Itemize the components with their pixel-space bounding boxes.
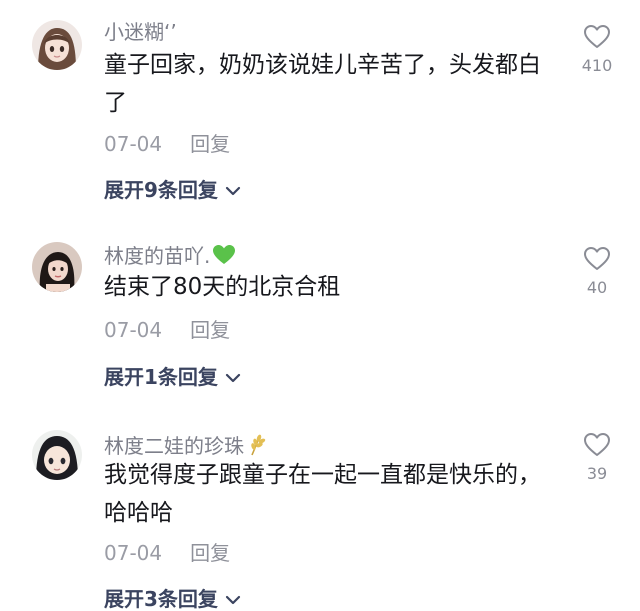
chevron-down-icon xyxy=(225,373,241,383)
heart-outline-icon xyxy=(584,433,610,456)
comment-username[interactable]: 林度二娃的珍珠 xyxy=(104,432,268,458)
comment-date: 07-04 xyxy=(104,318,163,342)
avatar-image xyxy=(32,242,82,292)
reply-button[interactable]: 回复 xyxy=(190,318,230,342)
like-button[interactable]: 410 xyxy=(578,24,616,75)
chevron-down-icon xyxy=(225,186,241,196)
comment-text: 我觉得度子跟童子在一起一直都是快乐的，哈哈哈 xyxy=(104,462,541,526)
expand-replies-label: 展开9条回复 xyxy=(104,178,218,202)
avatar[interactable] xyxy=(32,20,82,70)
like-count: 410 xyxy=(581,56,613,75)
avatar-image xyxy=(32,20,82,70)
username-text: 林度的苗吖. xyxy=(104,244,211,268)
like-button[interactable]: 40 xyxy=(578,246,616,297)
comment-meta: 07-04 回复 xyxy=(104,318,230,342)
heart-outline-icon xyxy=(584,247,610,270)
username-text: 林度二娃的珍珠 xyxy=(104,434,244,458)
like-count: 39 xyxy=(586,464,608,483)
reply-button[interactable]: 回复 xyxy=(190,132,230,156)
expand-replies-label: 展开1条回复 xyxy=(104,365,218,389)
heart-outline-icon xyxy=(584,25,610,48)
comment-date: 07-04 xyxy=(104,132,163,156)
comment-meta: 07-04 回复 xyxy=(104,132,230,156)
comment-text: 童子回家，奶奶该说娃儿辛苦了，头发都白了 xyxy=(104,52,541,116)
wheat-icon xyxy=(251,434,266,456)
avatar[interactable] xyxy=(32,430,82,480)
like-count: 40 xyxy=(586,278,608,297)
expand-replies-button[interactable]: 展开1条回复 xyxy=(104,365,242,389)
expand-replies-label: 展开3条回复 xyxy=(104,587,218,611)
reply-button[interactable]: 回复 xyxy=(190,541,230,565)
green-heart-icon xyxy=(213,245,236,264)
expand-replies-button[interactable]: 展开3条回复 xyxy=(104,587,242,611)
avatar-image xyxy=(32,430,82,480)
comment-meta: 07-04 回复 xyxy=(104,541,230,565)
avatar[interactable] xyxy=(32,242,82,292)
expand-replies-button[interactable]: 展开9条回复 xyxy=(104,178,242,202)
comment-username[interactable]: 小迷糊‘’ xyxy=(104,20,177,44)
comment-text: 结束了80天的北京合租 xyxy=(104,274,341,300)
like-button[interactable]: 39 xyxy=(578,432,616,483)
comment-date: 07-04 xyxy=(104,541,163,565)
chevron-down-icon xyxy=(225,595,241,605)
username-text: 小迷糊‘’ xyxy=(104,20,177,44)
comment-username[interactable]: 林度的苗吖. xyxy=(104,244,236,268)
